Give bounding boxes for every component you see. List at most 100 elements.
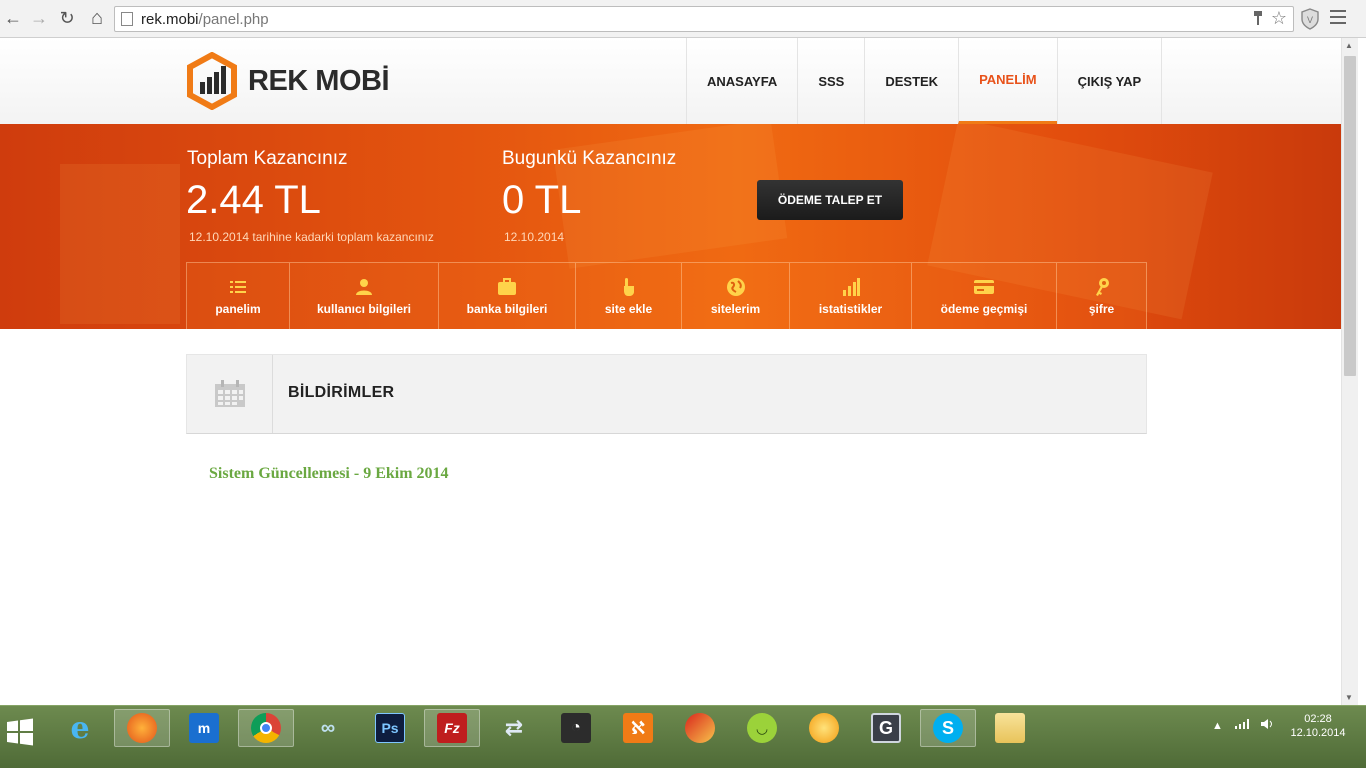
subnav-istatistikler[interactable]: istatistikler (790, 263, 912, 329)
notifications-header: BİLDİRİMLER (186, 354, 1147, 434)
network-icon: ⇄ (504, 715, 524, 740)
taskbar-app-face[interactable]: ◡ (734, 709, 790, 747)
pointer-icon (622, 277, 636, 297)
taskbar-rss[interactable]: ◔ (548, 709, 604, 747)
svg-text:V: V (1307, 15, 1313, 25)
taskbar-chrome[interactable] (238, 709, 294, 747)
ie-icon: e (70, 710, 90, 746)
site-logo[interactable]: REK MOBİ (186, 52, 390, 110)
taskbar-ccleaner[interactable] (672, 709, 728, 747)
briefcase-icon (497, 277, 517, 297)
filezilla-icon: Fz (437, 713, 467, 743)
signal-icon[interactable] (1234, 719, 1249, 732)
nav-destek[interactable]: DESTEK (864, 38, 958, 124)
tray-expand-icon[interactable]: ▲ (1212, 720, 1223, 732)
ccleaner-icon (685, 713, 715, 743)
subnav-banka-bilgileri[interactable]: banka bilgileri (439, 263, 576, 329)
windows-taskbar: e m ∞ Ps Fz ⇄ ◔ ℵ ◡ G S ▲ 02:28 12.10.20… (0, 705, 1366, 768)
taskbar-app-g[interactable]: G (858, 709, 914, 747)
card-icon (973, 277, 995, 297)
g-app-icon: G (871, 713, 901, 743)
back-icon[interactable]: ← (2, 7, 24, 29)
today-earnings-note: 12.10.2014 (504, 230, 565, 244)
shield-icon[interactable]: V (1300, 8, 1320, 30)
chrome-icon (251, 713, 281, 743)
request-payment-button[interactable]: ÖDEME TALEP ET (757, 180, 903, 220)
maxthon-icon: m (189, 713, 219, 743)
subnav-odeme-gecmisi[interactable]: ödeme geçmişi (912, 263, 1057, 329)
total-earnings-label: Toplam Kazancınız (187, 148, 348, 169)
taskbar-ie[interactable]: e (52, 709, 108, 747)
key-icon[interactable] (1253, 10, 1263, 29)
bars-icon (842, 277, 860, 297)
address-bar[interactable]: rek.mobi/panel.php ☆ (114, 6, 1294, 32)
taskbar-filezilla[interactable]: Fz (424, 709, 480, 747)
subnav-kullanici-bilgileri[interactable]: kullanıcı bilgileri (290, 263, 439, 329)
key-icon (1094, 277, 1110, 297)
logo-hexagon-icon (187, 52, 237, 110)
taskbar-firefox[interactable] (114, 709, 170, 747)
subnav-site-ekle[interactable]: site ekle (576, 263, 682, 329)
panel-subnav: panelim kullanıcı bilgileri banka bilgil… (186, 262, 1147, 329)
scroll-down-icon[interactable]: ▼ (1345, 693, 1353, 702)
subnav-label: ödeme geçmişi (940, 302, 1028, 316)
page-icon (121, 12, 133, 26)
taskbar-app-orb[interactable] (796, 709, 852, 747)
globe-icon (726, 277, 746, 297)
reload-icon[interactable]: ↻ (56, 7, 78, 29)
taskbar-clock[interactable]: 02:28 12.10.2014 (1290, 712, 1346, 740)
today-earnings-label: Bugunkü Kazancınız (502, 148, 677, 169)
subnav-sitelerim[interactable]: sitelerim (682, 263, 790, 329)
subnav-label: banka bilgileri (466, 302, 548, 316)
orb-icon (809, 713, 839, 743)
volume-icon[interactable] (1260, 718, 1273, 733)
logo-text: REK MOBİ (248, 64, 390, 97)
subnav-sifre[interactable]: şifre (1057, 263, 1147, 329)
taskbar-explorer[interactable] (982, 709, 1038, 747)
skype-icon: S (933, 713, 963, 743)
total-earnings-value: 2.44 TL (186, 178, 321, 222)
nav-sss[interactable]: SSS (797, 38, 864, 124)
bookmark-star-icon[interactable]: ☆ (1271, 8, 1287, 29)
taskbar-maxthon[interactable]: m (176, 709, 232, 747)
nav-cikis-yap[interactable]: ÇIKIŞ YAP (1056, 38, 1163, 124)
subnav-label: site ekle (604, 302, 653, 316)
list-icon (230, 277, 246, 297)
nav-panelim[interactable]: PANELİM (958, 38, 1057, 124)
system-tray: ▲ (1212, 718, 1273, 733)
taskbar-app-glasses[interactable]: ∞ (300, 709, 356, 747)
scroll-thumb[interactable] (1344, 56, 1356, 376)
taskbar-photoshop[interactable]: Ps (362, 709, 418, 747)
clock-time: 02:28 (1304, 713, 1332, 725)
windows-start-icon[interactable] (6, 718, 34, 746)
notifications-icon-box (187, 355, 273, 433)
taskbar-skype[interactable]: S (920, 709, 976, 747)
page-scrollbar[interactable]: ▲ ▼ (1341, 38, 1358, 705)
photoshop-icon: Ps (375, 713, 405, 743)
earnings-banner: Toplam Kazancınız 2.44 TL 12.10.2014 tar… (0, 124, 1341, 329)
taskbar-xampp[interactable]: ℵ (610, 709, 666, 747)
site-header: REK MOBİ ANASAYFA SSS DESTEK PANELİM ÇIK… (0, 38, 1341, 124)
notification-link[interactable]: Sistem Güncellemesi - 9 Ekim 2014 (209, 465, 449, 483)
subnav-label: istatistikler (818, 302, 883, 316)
firefox-icon (127, 713, 157, 743)
subnav-label: sitelerim (710, 302, 761, 316)
home-icon[interactable]: ⌂ (86, 7, 108, 29)
scroll-up-icon[interactable]: ▲ (1345, 41, 1353, 50)
forward-icon[interactable]: → (28, 7, 50, 29)
taskbar-network[interactable]: ⇄ (486, 709, 542, 747)
total-earnings-note: 12.10.2014 tarihine kadarki toplam kazan… (189, 230, 434, 244)
nav-anasayfa[interactable]: ANASAYFA (686, 38, 797, 124)
notifications-title: BİLDİRİMLER (288, 384, 395, 401)
subnav-panelim[interactable]: panelim (187, 263, 290, 329)
subnav-label: şifre (1088, 302, 1115, 316)
rss-icon: ◔ (561, 713, 591, 743)
top-nav: ANASAYFA SSS DESTEK PANELİM ÇIKIŞ YAP (686, 38, 1163, 124)
user-icon (355, 277, 373, 297)
face-icon: ◡ (747, 713, 777, 743)
xampp-icon: ℵ (623, 713, 653, 743)
clock-date: 12.10.2014 (1290, 727, 1346, 739)
browser-toolbar: ← → ↻ ⌂ rek.mobi/panel.php ☆ V (0, 0, 1366, 38)
glasses-icon: ∞ (320, 716, 336, 739)
menu-icon[interactable] (1330, 10, 1346, 26)
